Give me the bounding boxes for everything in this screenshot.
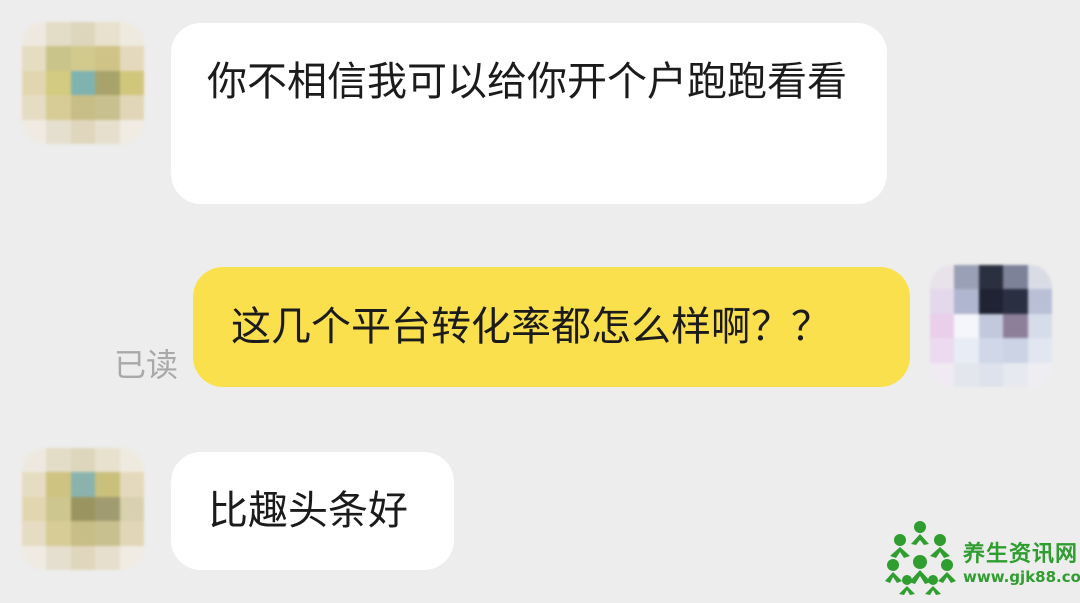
green-people-logo-icon bbox=[885, 521, 956, 595]
outgoing-message-bubble[interactable]: 这几个平台转化率都怎么样啊？？ bbox=[193, 267, 910, 387]
message-text: 你不相信我可以给你开个户跑跑看看 bbox=[207, 59, 847, 105]
contact-avatar[interactable] bbox=[22, 448, 144, 570]
site-watermark: 养生资讯网 www.gjk88.com bbox=[883, 518, 1080, 598]
read-status-label: 已读 bbox=[114, 346, 179, 384]
avatar-pixel-grid bbox=[22, 22, 144, 144]
message-text: 这几个平台转化率都怎么样啊？？ bbox=[231, 304, 831, 350]
watermark-url: www.gjk88.com bbox=[963, 568, 1080, 586]
incoming-message-bubble[interactable]: 比趣头条好 bbox=[171, 452, 454, 570]
contact-avatar[interactable] bbox=[22, 22, 144, 144]
watermark-title: 养生资讯网 bbox=[963, 542, 1079, 567]
avatar-pixel-grid bbox=[930, 265, 1052, 387]
incoming-message-bubble[interactable]: 你不相信我可以给你开个户跑跑看看 bbox=[171, 23, 887, 204]
message-text: 比趣头条好 bbox=[208, 488, 408, 534]
avatar-pixel-grid bbox=[22, 448, 144, 570]
my-avatar[interactable] bbox=[930, 265, 1052, 387]
